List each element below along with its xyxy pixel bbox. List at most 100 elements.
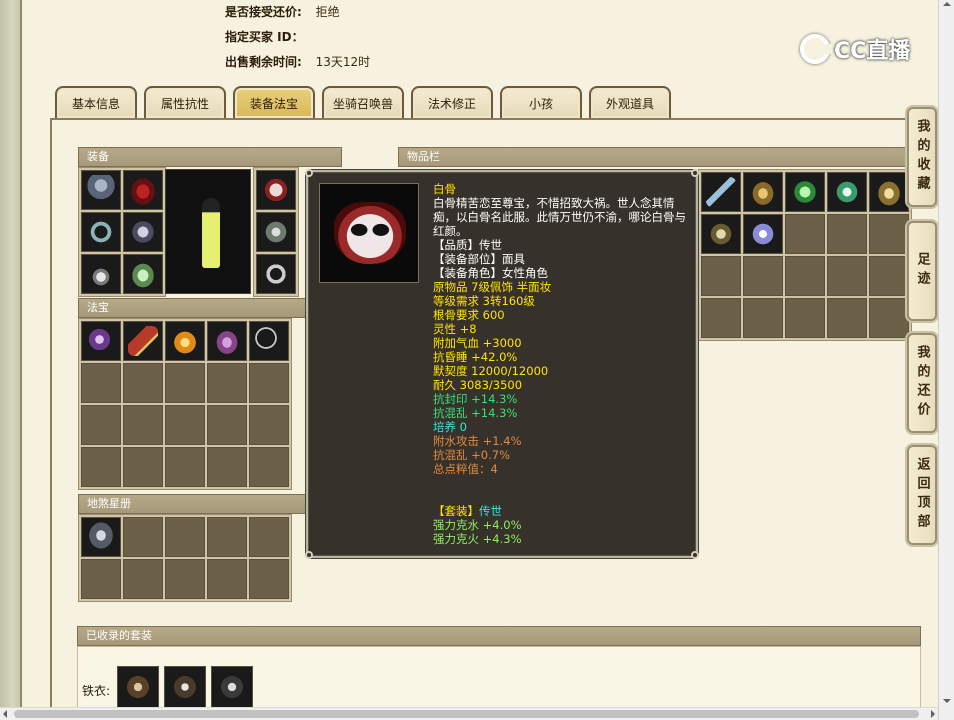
inventory-slot[interactable] [743, 214, 783, 254]
star-book-slot[interactable] [249, 517, 289, 557]
inventory-slot[interactable] [827, 214, 867, 254]
my-counteroffers-button[interactable]: 我的还价 [907, 333, 937, 433]
inventory-slot[interactable] [701, 298, 741, 338]
treasure-slot[interactable] [207, 321, 247, 361]
treasure-slot[interactable] [123, 447, 163, 487]
necklace-icon [86, 259, 116, 289]
star-book-slot[interactable] [165, 559, 205, 599]
boots-icon [128, 259, 158, 289]
treasure-slot[interactable] [123, 321, 163, 361]
tab-equipment[interactable]: 装备法宝 [233, 86, 315, 118]
crown-icon [128, 175, 158, 205]
treasure-slot[interactable] [81, 363, 121, 403]
whip-icon [254, 326, 284, 356]
star-book-slot[interactable] [207, 517, 247, 557]
tab-mounts-pets[interactable]: 坐骑召唤兽 [322, 86, 404, 118]
treasure-slot[interactable] [249, 405, 289, 445]
treasure-header: 法宝 [78, 298, 342, 318]
vertical-scrollbar[interactable] [938, 0, 954, 720]
set-item-slot[interactable] [211, 666, 253, 708]
inventory-slot[interactable] [827, 172, 867, 212]
item-anti-chaos-extra: 抗混乱 +0.7% [433, 448, 511, 462]
star-book-slot[interactable] [81, 559, 121, 599]
inventory-slot[interactable] [785, 256, 825, 296]
time-left-row: 出售剩余时间: 13天12时 [225, 53, 370, 70]
inventory-slot[interactable] [743, 172, 783, 212]
star-book-slot[interactable] [249, 559, 289, 599]
inventory-slot[interactable] [869, 256, 909, 296]
treasure-slot[interactable] [165, 321, 205, 361]
footprints-button[interactable]: 足迹 [907, 221, 937, 321]
inventory-slot[interactable] [869, 298, 909, 338]
treasure-slot[interactable] [123, 363, 163, 403]
treasure-slot[interactable] [165, 363, 205, 403]
inventory-slot[interactable] [869, 214, 909, 254]
back-to-top-button[interactable]: 返回顶部 [907, 445, 937, 545]
tab-attributes[interactable]: 属性抗性 [144, 86, 226, 118]
bone-mask-icon [334, 202, 406, 264]
star-book-slot[interactable] [123, 559, 163, 599]
scroll-left-icon[interactable] [3, 710, 7, 718]
tab-spell-correction[interactable]: 法术修正 [411, 86, 493, 118]
tooltip-corner [691, 551, 699, 559]
equip-slot[interactable] [123, 212, 163, 252]
inventory-slot[interactable] [701, 214, 741, 254]
horizontal-scrollbar[interactable] [0, 707, 938, 720]
star-book-slot[interactable] [81, 517, 121, 557]
equip-slot[interactable] [256, 170, 296, 210]
set-item-slot[interactable] [164, 666, 206, 708]
inventory-slot[interactable] [827, 256, 867, 296]
equip-slot[interactable] [81, 170, 121, 210]
treasure-slot[interactable] [207, 447, 247, 487]
treasure-slot[interactable] [81, 447, 121, 487]
equip-slot[interactable] [81, 254, 121, 294]
equip-slot[interactable] [123, 254, 163, 294]
accept-counter-row: 是否接受还价: 拒绝 [225, 3, 340, 20]
scroll-right-icon[interactable] [931, 710, 935, 718]
treasure-slot[interactable] [123, 405, 163, 445]
item-anti-chaos: 抗混乱 +14.3% [433, 406, 518, 420]
tab-children[interactable]: 小孩 [500, 86, 582, 118]
inventory-slot[interactable] [743, 298, 783, 338]
inventory-grid [698, 169, 912, 341]
inventory-header: 物品栏 [398, 147, 920, 167]
star-book-slot[interactable] [207, 559, 247, 599]
mask-icon [261, 175, 291, 205]
treasure-slot[interactable] [249, 321, 289, 361]
my-favorites-button[interactable]: 我的收藏 [907, 107, 937, 207]
treasure-slot[interactable] [81, 405, 121, 445]
horizontal-scroll-thumb[interactable] [14, 710, 919, 718]
tab-basic-info[interactable]: 基本信息 [55, 86, 137, 118]
inventory-slot[interactable] [827, 298, 867, 338]
set-item-slot[interactable] [117, 666, 159, 708]
tab-appearance[interactable]: 外观道具 [589, 86, 671, 118]
inventory-slot[interactable] [701, 172, 741, 212]
inventory-slot[interactable] [743, 256, 783, 296]
inventory-slot[interactable] [785, 298, 825, 338]
treasure-slot[interactable] [249, 363, 289, 403]
treasure-slot[interactable] [249, 447, 289, 487]
inventory-slot[interactable] [701, 256, 741, 296]
treasure-slot[interactable] [165, 405, 205, 445]
star-book-slot[interactable] [123, 517, 163, 557]
treasure-grid [78, 318, 292, 490]
tooltip-item-image [319, 183, 419, 283]
equip-slot[interactable] [123, 170, 163, 210]
treasure-slot[interactable] [165, 447, 205, 487]
item-slot: 【装备部位】面具 [433, 252, 525, 266]
treasure-slot[interactable] [81, 321, 121, 361]
item-set-bonus: 强力克水 +4.0% [433, 518, 522, 532]
treasure-slot[interactable] [207, 405, 247, 445]
inventory-slot[interactable] [785, 172, 825, 212]
accept-counter-value: 拒绝 [315, 5, 340, 19]
equip-slot[interactable] [256, 254, 296, 294]
inventory-slot[interactable] [869, 172, 909, 212]
star-book-slot[interactable] [165, 517, 205, 557]
item-water-attack: 附水攻击 +1.4% [433, 434, 522, 448]
treasure-slot[interactable] [207, 363, 247, 403]
scroll-up-icon[interactable] [943, 2, 951, 6]
equip-slot[interactable] [81, 212, 121, 252]
scroll-down-icon[interactable] [943, 699, 951, 703]
equip-slot[interactable] [256, 212, 296, 252]
inventory-slot[interactable] [785, 214, 825, 254]
